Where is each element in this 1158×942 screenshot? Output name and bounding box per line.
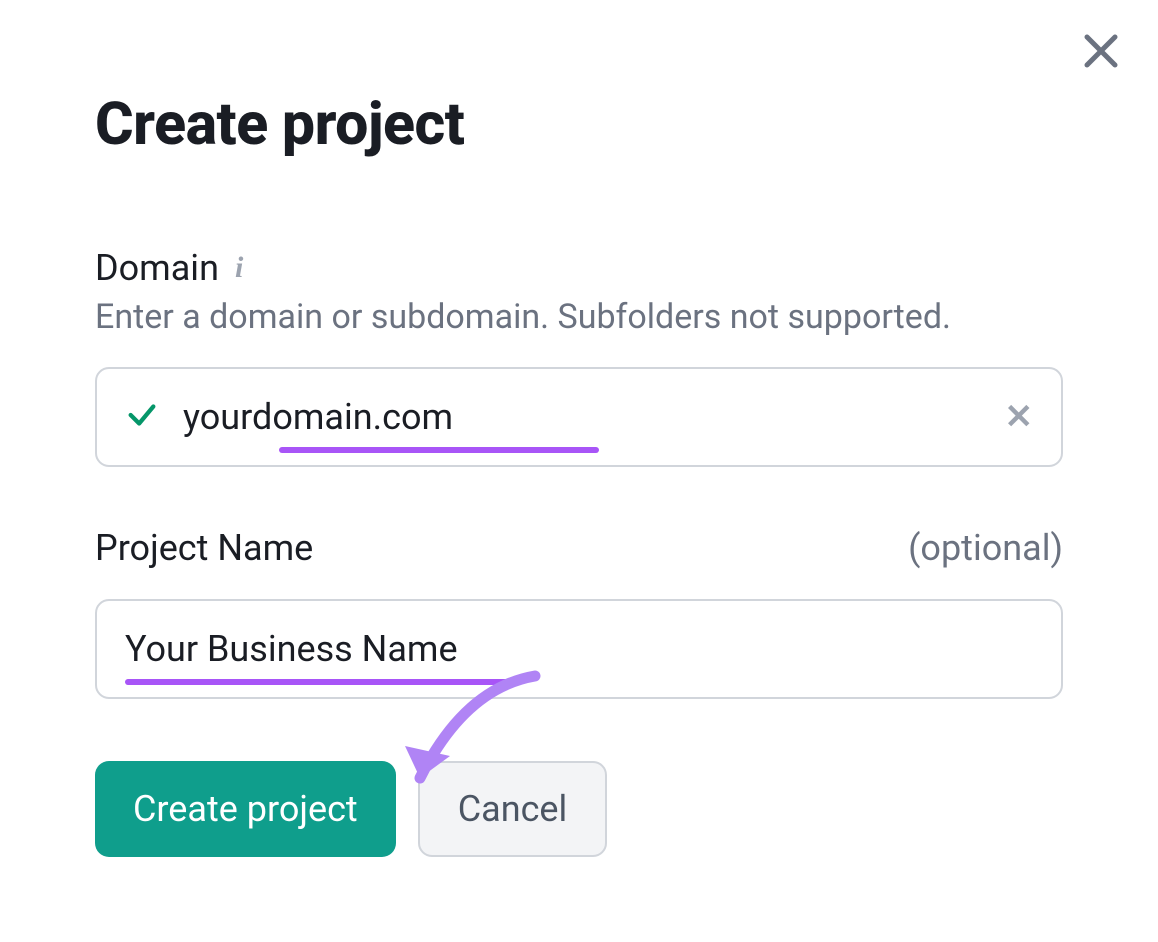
- optional-label: (optional): [908, 527, 1063, 569]
- project-name-input[interactable]: [125, 628, 1033, 670]
- create-project-modal: Create project Domain i Enter a domain o…: [0, 0, 1158, 942]
- close-icon: [1077, 27, 1125, 75]
- domain-helper-text: Enter a domain or subdomain. Subfolders …: [95, 297, 1063, 337]
- info-icon[interactable]: i: [235, 251, 243, 285]
- project-name-input-wrap: [95, 599, 1063, 699]
- project-name-label: Project Name: [95, 527, 313, 569]
- cancel-button[interactable]: Cancel: [418, 761, 608, 857]
- domain-input[interactable]: [183, 396, 1005, 438]
- check-icon: [125, 398, 159, 436]
- annotation-underline: [279, 447, 599, 453]
- domain-label-row: Domain i: [95, 247, 1063, 289]
- domain-label: Domain: [95, 247, 219, 289]
- button-row: Create project Cancel: [95, 761, 1063, 857]
- clear-input-button[interactable]: ✕: [1005, 397, 1034, 437]
- project-name-label-row: Project Name (optional): [95, 527, 1063, 569]
- create-project-button[interactable]: Create project: [95, 761, 396, 857]
- domain-input-wrap: ✕: [95, 367, 1063, 467]
- close-button[interactable]: [1074, 24, 1128, 78]
- annotation-underline: [125, 679, 519, 685]
- domain-field-group: Domain i Enter a domain or subdomain. Su…: [95, 247, 1063, 467]
- modal-title: Create project: [95, 90, 1063, 159]
- project-name-field-group: Project Name (optional): [95, 527, 1063, 699]
